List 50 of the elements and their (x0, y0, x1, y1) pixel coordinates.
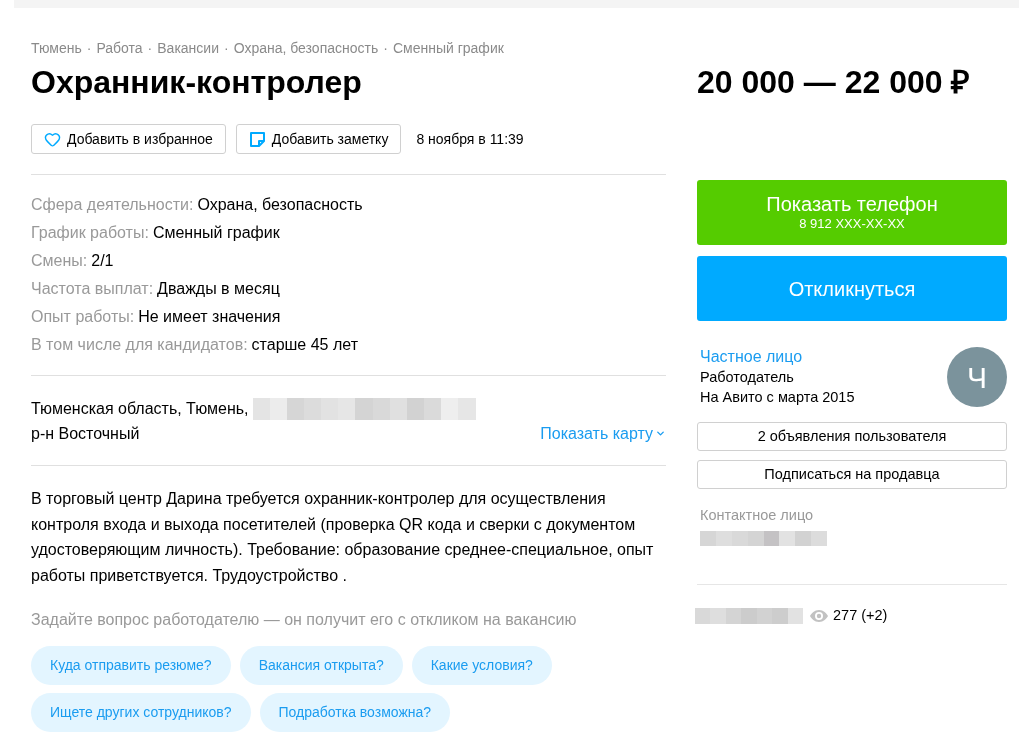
seller-role: Работодатель (700, 368, 795, 387)
property-value: 2/1 (91, 251, 114, 271)
respond-button[interactable]: Откликнуться (697, 256, 1007, 321)
breadcrumb-separator: · (383, 40, 388, 56)
breadcrumb-separator: · (147, 40, 153, 56)
property-label: В том числе для кандидатов: (31, 335, 248, 355)
address-text: Тюменская область, Тюмень, (31, 398, 249, 419)
job-description: В торговый центр Дарина требуется охранник-контролер для осуществления контроля входа и выхода посетителей (проверка QR кода и сверки с документом удостоверяющим личность). Требование: образование среднее-специальное, опыт работы приветствуется. Трудоустройство . (31, 489, 655, 587)
question-prompt: Задайте вопрос работодателю — он получит его с откликом на вакансию (31, 609, 578, 630)
seller-since: На Авито с марта 2015 (700, 388, 855, 407)
property-label: График работы: (31, 223, 149, 243)
note-button[interactable]: Добавить заметку (235, 124, 402, 154)
chevron-down-icon (655, 428, 666, 439)
avatar: Ч (947, 347, 1007, 407)
question-chip[interactable]: Вакансия открыта? (239, 645, 403, 685)
salary-range: 20 000 — 22 000 ₽ (697, 64, 972, 100)
seller-name-link[interactable]: Частное лицо (700, 347, 855, 367)
breadcrumb-link[interactable]: Охрана, безопасность (233, 40, 379, 56)
question-chip[interactable]: Какие условия? (411, 645, 552, 685)
breadcrumb-separator: · (86, 40, 92, 56)
address-text: р-н Восточный (31, 423, 140, 444)
job-title: Охранник-контролер (31, 64, 363, 100)
property-value: Сменный график (152, 223, 280, 243)
breadcrumb-link[interactable]: Сменный график (392, 40, 504, 56)
post-date: 8 ноября в 11:39 (416, 129, 524, 149)
heart-icon (44, 130, 61, 148)
property-value: Охрана, безопасность (197, 195, 363, 215)
contact-label: Контактное лицо (699, 506, 815, 524)
show-map-link[interactable]: Показать карту (540, 421, 666, 446)
property-label: Частота выплат: (31, 279, 154, 299)
property-label: Смены: (31, 251, 88, 271)
property-value: старше 45 лет (251, 335, 358, 355)
eye-icon (810, 609, 828, 622)
note-icon (248, 130, 266, 148)
breadcrumb-link[interactable]: Работа (96, 40, 143, 56)
question-chip[interactable]: Куда отправить резюме? (31, 645, 231, 685)
user-listings-button[interactable]: 2 объявления пользователя (697, 422, 1007, 451)
question-chip[interactable]: Ищете других сотрудников? (31, 692, 251, 732)
property-label: Сфера деятельности: (31, 195, 194, 215)
view-count: 277 (+2) (833, 606, 888, 625)
breadcrumb-separator: · (224, 40, 229, 56)
property-value: Дважды в месяц (157, 279, 280, 299)
subscribe-button[interactable]: Подписаться на продавца (697, 460, 1007, 489)
property-label: Опыт работы: (31, 307, 135, 327)
favorite-button[interactable]: Добавить в избранное (31, 124, 226, 154)
question-chip[interactable]: Подработка возможна? (259, 692, 451, 732)
show-phone-button[interactable]: Показать телефон 8 912 XXX-XX-XX (697, 180, 1007, 245)
breadcrumb-link[interactable]: Вакансии (157, 40, 219, 56)
property-value: Не имеет значения (138, 307, 281, 327)
breadcrumb-link[interactable]: Тюмень (31, 40, 82, 56)
